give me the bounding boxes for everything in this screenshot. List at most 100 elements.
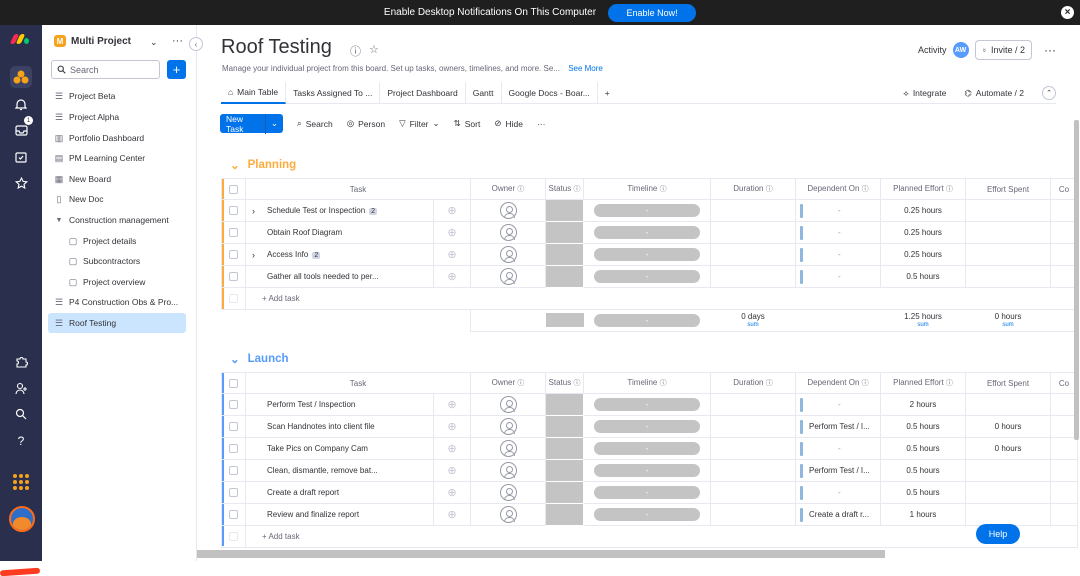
task-cell[interactable]: Perform Test / Inspection bbox=[245, 393, 434, 416]
duration-cell[interactable] bbox=[710, 459, 797, 482]
board-menu-icon[interactable]: ··· bbox=[1044, 43, 1056, 57]
status-cell[interactable] bbox=[545, 437, 585, 460]
timeline-cell[interactable]: - bbox=[583, 437, 712, 460]
row-checkbox[interactable] bbox=[221, 481, 246, 504]
column-header-task[interactable]: Task bbox=[244, 372, 472, 394]
add-task-row[interactable]: + Add task bbox=[221, 525, 1079, 548]
row-checkbox[interactable] bbox=[221, 265, 246, 288]
row-checkbox[interactable] bbox=[221, 459, 246, 482]
help-button[interactable]: Help bbox=[976, 524, 1020, 544]
collapse-header-icon[interactable]: ⌃ bbox=[1042, 86, 1056, 100]
select-all-checkbox[interactable] bbox=[221, 178, 246, 200]
tab-project-dashboard[interactable]: Project Dashboard bbox=[380, 81, 466, 104]
owner-cell[interactable] bbox=[470, 393, 547, 416]
conversation-cell[interactable]: ⊕ bbox=[432, 265, 472, 288]
planned-effort-cell[interactable]: 0.5 hours bbox=[880, 437, 967, 460]
integrate-button[interactable]: ⟡ Integrate bbox=[903, 88, 946, 99]
inbox-icon[interactable]: 1 bbox=[13, 116, 33, 138]
task-cell[interactable]: Clean, dismantle, remove bat... bbox=[245, 459, 434, 482]
select-all-checkbox[interactable] bbox=[221, 372, 246, 394]
planned-effort-cell[interactable]: 0.25 hours bbox=[880, 199, 967, 222]
row-checkbox[interactable] bbox=[221, 393, 246, 416]
table-row[interactable]: Gather all tools needed to per... ⊕ - - 0.5 … bbox=[221, 265, 1079, 288]
dependent-on-cell[interactable]: Create a draft r... bbox=[795, 503, 882, 526]
person-filter-button[interactable]: ◎ Person bbox=[347, 118, 385, 129]
column-header-duration[interactable]: Duration ⓘ bbox=[710, 372, 797, 394]
row-checkbox[interactable] bbox=[221, 199, 246, 222]
close-notification-icon[interactable]: × bbox=[1061, 6, 1074, 19]
info-icon[interactable]: ⓘ bbox=[862, 186, 869, 193]
conversation-cell[interactable]: ⊕ bbox=[432, 243, 472, 266]
tab-google-docs[interactable]: Google Docs - Boar... bbox=[502, 81, 598, 104]
column-header-effort-spent[interactable]: Effort Spent bbox=[965, 372, 1052, 394]
duration-cell[interactable] bbox=[710, 503, 797, 526]
row-checkbox[interactable] bbox=[221, 243, 246, 266]
puzzle-icon[interactable] bbox=[13, 353, 29, 369]
workspace-selector[interactable]: M Multi Project bbox=[54, 35, 131, 47]
table-row[interactable]: Obtain Roof Diagram ⊕ - - 0.25 hours bbox=[221, 221, 1079, 244]
effort-spent-cell[interactable] bbox=[965, 265, 1052, 288]
table-row[interactable]: › Access Info 2 ⊕ - - 0.25 hours bbox=[221, 243, 1079, 266]
dependent-on-cell[interactable]: Perform Test / I... bbox=[795, 459, 882, 482]
expand-subitems-icon[interactable]: › bbox=[252, 206, 255, 216]
planned-effort-cell[interactable]: 0.25 hours bbox=[880, 243, 967, 266]
extra-cell[interactable] bbox=[1050, 459, 1079, 482]
workspace-menu-icon[interactable]: ··· bbox=[172, 35, 183, 47]
conversation-cell[interactable]: ⊕ bbox=[432, 481, 472, 504]
sidebar-item-new-board[interactable]: ▦ New Board bbox=[48, 169, 186, 189]
status-cell[interactable] bbox=[545, 503, 585, 526]
dependent-on-cell[interactable]: - bbox=[795, 199, 882, 222]
help-icon[interactable]: ? bbox=[13, 433, 29, 449]
duration-cell[interactable] bbox=[710, 221, 797, 244]
workspace-home-icon[interactable] bbox=[10, 66, 32, 88]
owner-cell[interactable] bbox=[470, 243, 547, 266]
extra-cell[interactable] bbox=[1050, 437, 1079, 460]
info-icon[interactable]: ⓘ bbox=[660, 380, 667, 387]
column-header-dependent-on[interactable]: Dependent On ⓘ bbox=[795, 372, 882, 394]
duration-cell[interactable] bbox=[710, 481, 797, 504]
bell-icon[interactable] bbox=[13, 96, 29, 112]
add-task-input[interactable]: + Add task bbox=[244, 287, 1079, 310]
duration-cell[interactable] bbox=[710, 393, 797, 416]
sort-button[interactable]: ⇅ Sort bbox=[454, 118, 481, 129]
dependent-on-cell[interactable]: - bbox=[795, 243, 882, 266]
sidebar-item-roof-testing[interactable]: ☰ Roof Testing bbox=[48, 313, 186, 333]
effort-spent-cell[interactable] bbox=[965, 393, 1052, 416]
duration-cell[interactable] bbox=[710, 199, 797, 222]
column-header-planned-effort[interactable]: Planned Effort ⓘ bbox=[880, 372, 967, 394]
owner-cell[interactable] bbox=[470, 459, 547, 482]
table-row[interactable]: Clean, dismantle, remove bat... ⊕ - Perform… bbox=[221, 459, 1079, 482]
conversation-cell[interactable]: ⊕ bbox=[432, 415, 472, 438]
add-user-icon[interactable] bbox=[13, 380, 29, 396]
timeline-cell[interactable]: - bbox=[583, 503, 712, 526]
status-cell[interactable] bbox=[545, 265, 585, 288]
info-icon[interactable]: ⓘ bbox=[766, 186, 773, 193]
search-icon[interactable] bbox=[13, 406, 29, 422]
sidebar-search-input[interactable]: Search bbox=[51, 60, 160, 79]
sidebar-item-project-overview[interactable]: ▢ Project overview bbox=[62, 272, 186, 292]
duration-cell[interactable] bbox=[710, 265, 797, 288]
info-icon[interactable]: ⓘ bbox=[766, 380, 773, 387]
tab-gantt[interactable]: Gantt bbox=[466, 81, 502, 104]
info-icon[interactable]: ⓘ bbox=[946, 186, 953, 193]
effort-spent-cell[interactable] bbox=[965, 459, 1052, 482]
dependent-on-cell[interactable]: - bbox=[795, 481, 882, 504]
conversation-cell[interactable]: ⊕ bbox=[432, 221, 472, 244]
planned-effort-cell[interactable]: 0.5 hours bbox=[880, 415, 967, 438]
extra-cell[interactable] bbox=[1050, 481, 1079, 504]
enable-notifications-button[interactable]: Enable Now! bbox=[608, 3, 697, 22]
conversation-cell[interactable]: ⊕ bbox=[432, 393, 472, 416]
task-cell[interactable]: Obtain Roof Diagram bbox=[245, 221, 434, 244]
owner-cell[interactable] bbox=[470, 265, 547, 288]
planned-effort-cell[interactable]: 2 hours bbox=[880, 393, 967, 416]
calendar-icon[interactable] bbox=[13, 149, 29, 165]
activity-avatar[interactable]: AW bbox=[952, 42, 969, 58]
favorite-star-icon[interactable]: ☆ bbox=[369, 43, 379, 56]
owner-cell[interactable] bbox=[470, 199, 547, 222]
owner-cell[interactable] bbox=[470, 481, 547, 504]
task-cell[interactable]: › Schedule Test or Inspection 2 bbox=[245, 199, 434, 222]
search-button[interactable]: ⌕ Search bbox=[297, 118, 333, 129]
sidebar-item-project-beta[interactable]: ☰ Project Beta bbox=[48, 86, 186, 106]
sidebar-item-pm-learning-center[interactable]: ▤ PM Learning Center bbox=[48, 148, 186, 168]
extra-cell[interactable] bbox=[1050, 503, 1079, 526]
